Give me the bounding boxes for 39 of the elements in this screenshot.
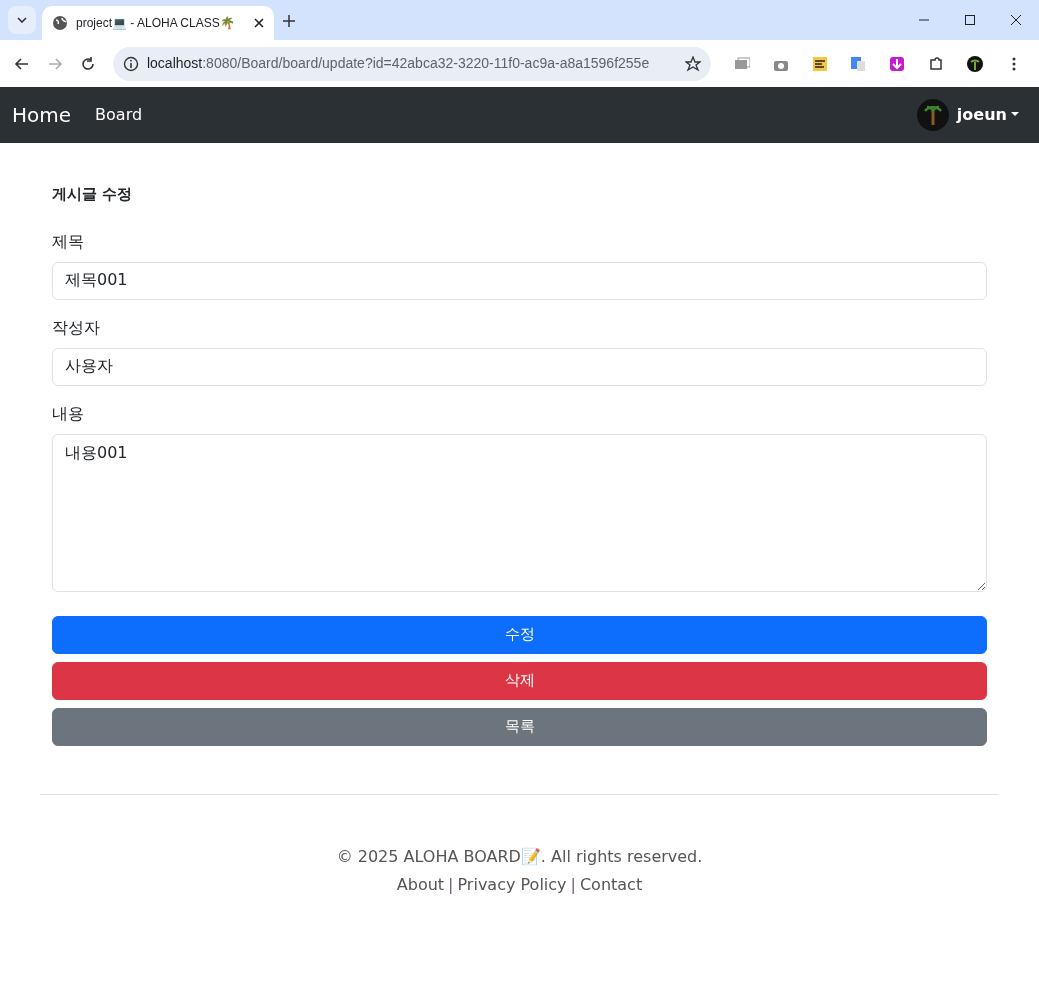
brand-link[interactable]: Home (12, 100, 72, 130)
back-arrow-icon (14, 55, 31, 72)
info-icon (122, 55, 139, 72)
forward-arrow-icon (47, 55, 64, 72)
action-button[interactable]: 삭제 (52, 661, 987, 700)
close-icon (1011, 15, 1021, 25)
textarea-field[interactable]: 내용001 (52, 433, 987, 592)
action-button[interactable]: 목록 (52, 707, 987, 746)
input-field[interactable]: 제목001 (52, 261, 987, 300)
action-button[interactable]: 수정 (52, 615, 987, 654)
panel-icon[interactable] (811, 55, 828, 72)
download-icon[interactable] (889, 55, 906, 72)
star-icon[interactable] (684, 55, 701, 72)
plus-icon (283, 15, 295, 27)
close-icon[interactable] (254, 18, 264, 28)
copyright-text: © 2025 ALOHA BOARD📝. All rights reserved. (335, 845, 704, 868)
palm-tree-avatar-icon (916, 99, 949, 131)
footer-link[interactable]: Contact (579, 874, 643, 894)
form-heading: 게시글 수정 (52, 184, 134, 205)
address-bar[interactable]: localhost:8080/Board/board/update?id=42abca32-3220-11f0-ac9a-a8a1596f255e (112, 46, 711, 81)
input-field[interactable]: 사용자 (52, 347, 987, 386)
tab-search-button[interactable] (8, 6, 36, 34)
nav-link[interactable]: Board (95, 103, 143, 127)
url-text: localhost:8080/Board/board/update?id=42abca32-3220-11f0-ac9a-a8a1596f255e (146, 54, 651, 73)
field-label: 제목 (52, 230, 84, 253)
separator: | (448, 874, 454, 894)
reload-icon (80, 55, 97, 72)
field-label: 작성자 (52, 316, 100, 339)
maximize-icon (965, 15, 975, 25)
caret-icon (17, 17, 27, 23)
tab-title: project💻 - ALOHA CLASS🌴 (76, 15, 236, 32)
translate-icon[interactable] (850, 55, 867, 72)
footer-link[interactable]: About (396, 874, 445, 894)
separator: | (570, 874, 576, 894)
field-label: 내용 (52, 402, 84, 425)
browser-tab[interactable]: project💻 - ALOHA CLASS🌴 (42, 6, 274, 40)
screens-icon[interactable] (734, 55, 751, 72)
footer-link[interactable]: Privacy Policy (457, 874, 567, 894)
user-menu[interactable]: joeun (956, 103, 1019, 127)
